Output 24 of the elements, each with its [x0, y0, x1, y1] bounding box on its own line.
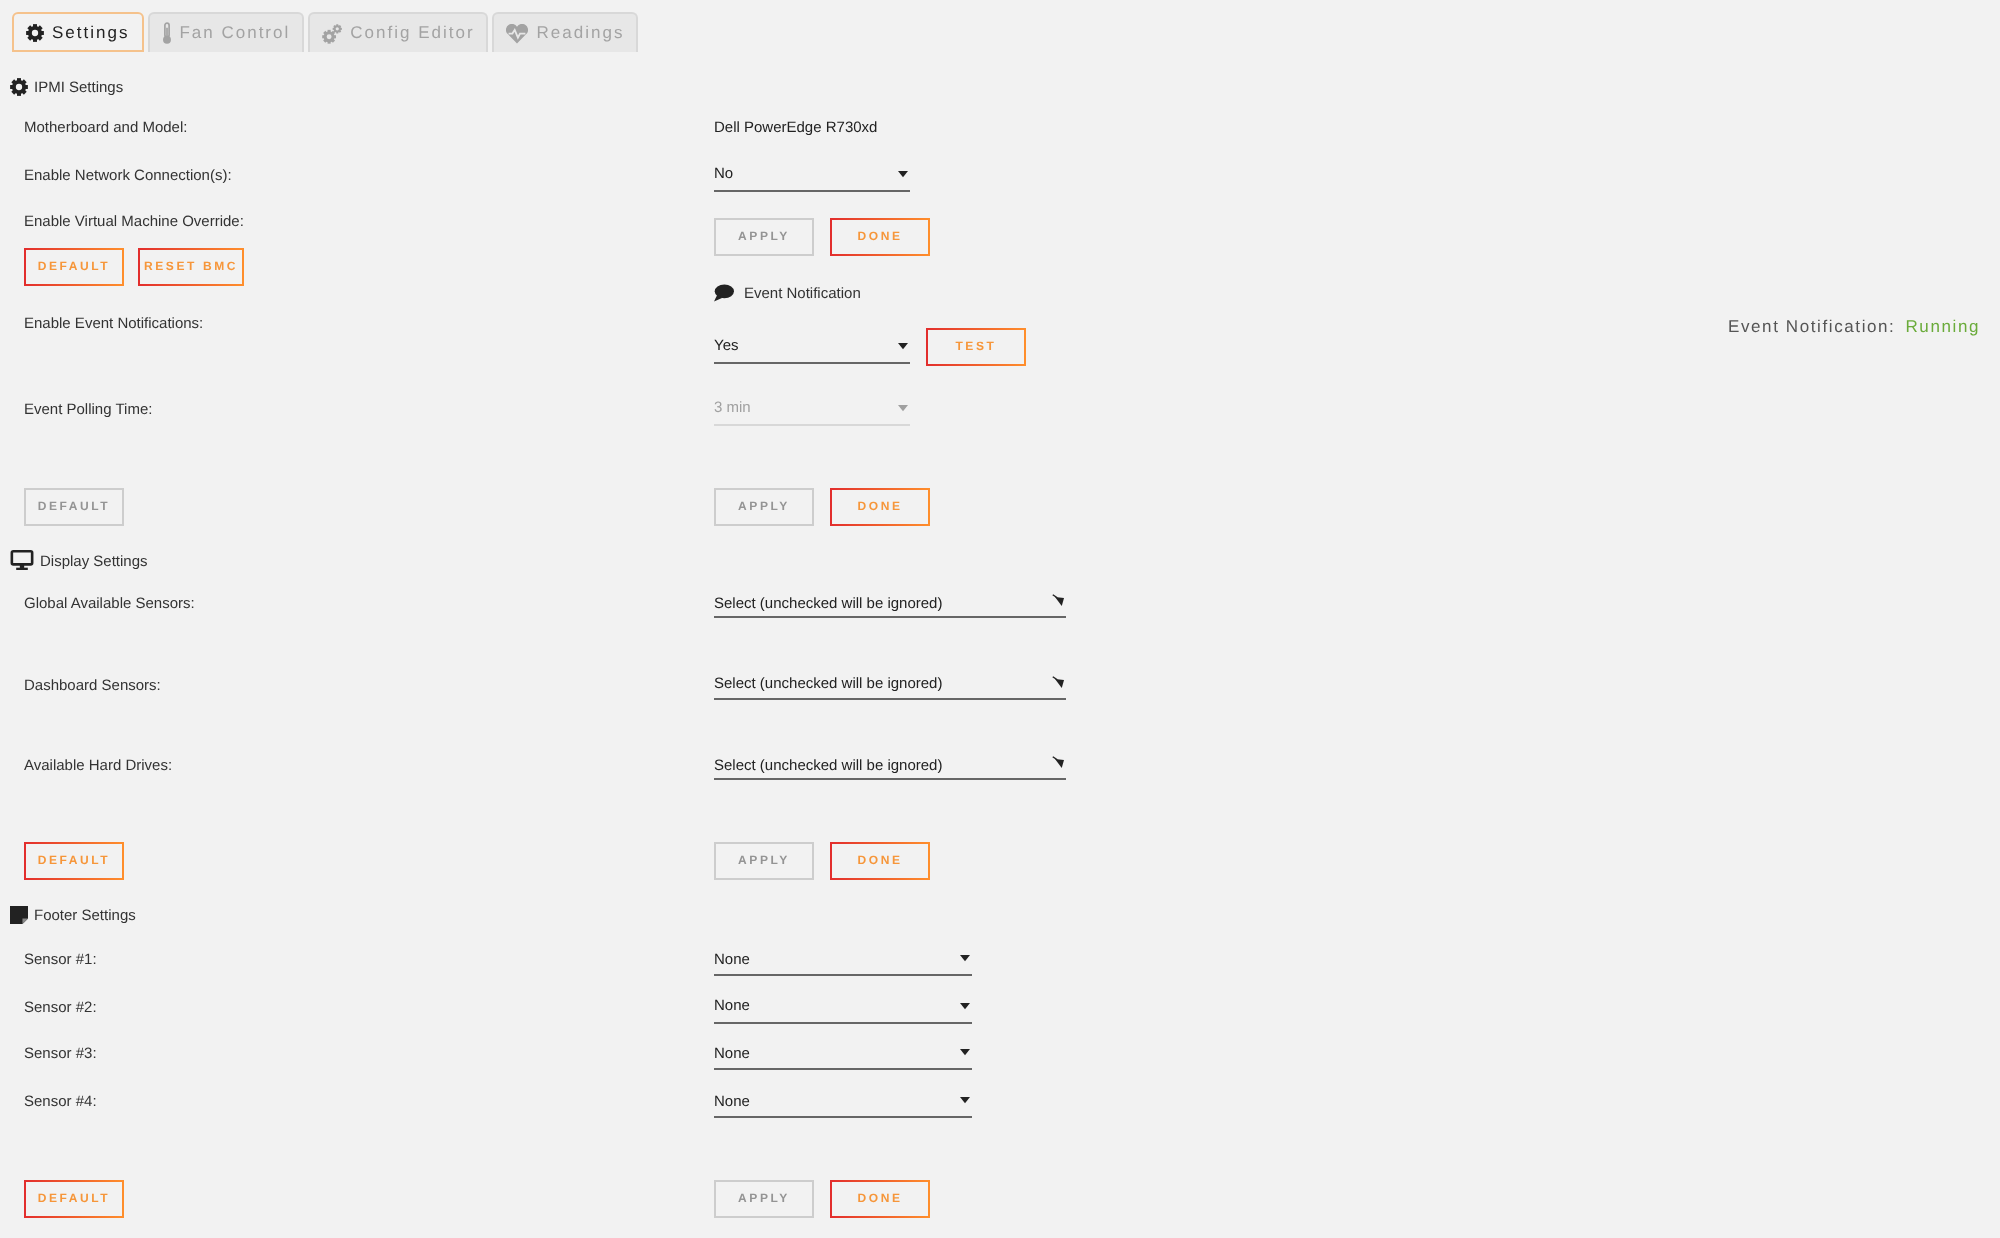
sticky-note-icon [10, 905, 28, 923]
tab[interactable]: Config Editor [308, 12, 489, 52]
caret-icon [960, 1096, 970, 1105]
caret-icon [1052, 594, 1064, 606]
gears-icon [322, 23, 343, 43]
monitor-icon [10, 550, 34, 570]
caret-icon [960, 954, 970, 962]
caret-icon [1052, 756, 1064, 768]
caret-icon [960, 1001, 970, 1010]
caret-icon [898, 341, 908, 349]
gear-icon [10, 77, 28, 95]
caret-icon [898, 403, 908, 411]
status-label: Event Notification: [1728, 315, 1896, 337]
tab[interactable]: Fan Control [147, 12, 305, 52]
tab[interactable]: Readings [492, 12, 639, 52]
thermometer-icon [161, 22, 172, 44]
status-value: Running [1905, 315, 1980, 337]
heart-pulse-icon [506, 23, 529, 43]
caret-icon [898, 169, 908, 177]
tab[interactable]: Settings [12, 12, 144, 52]
caret-icon [1052, 675, 1064, 687]
gear-icon [26, 23, 44, 41]
speech-bubble-icon [714, 283, 734, 301]
caret-icon [960, 1048, 970, 1057]
